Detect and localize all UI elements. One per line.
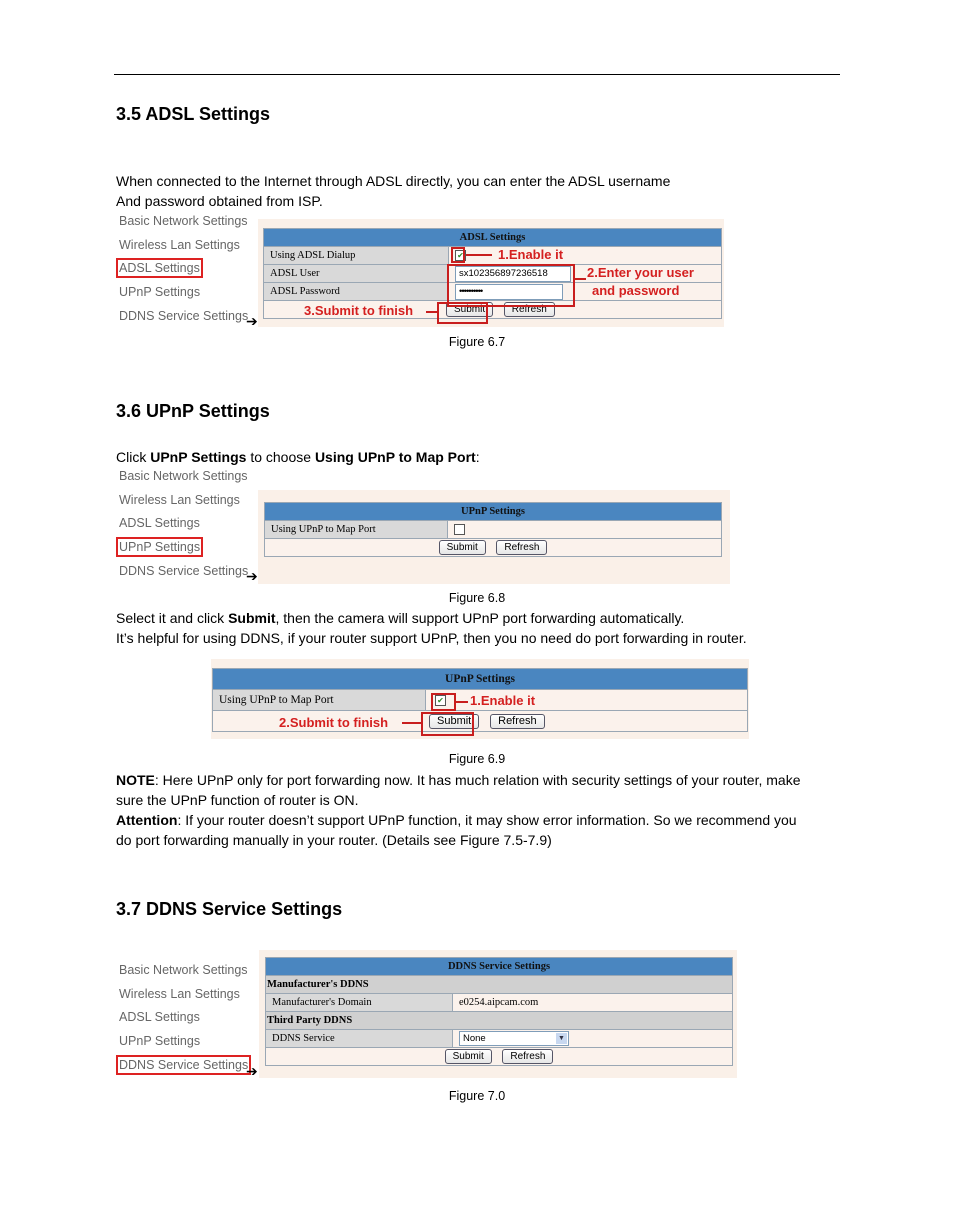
highlight-submit [437,302,488,324]
adsl-user-label: ADSL User [263,264,449,283]
nav-item-basic-network[interactable]: Basic Network Settings [119,469,248,483]
highlight-checkbox [451,247,465,263]
adsl-intro-line2: And password obtained from ISP. [116,193,323,209]
upnp-submit-button[interactable]: Submit [438,540,486,555]
adsl-password-label: ADSL Password [263,282,449,301]
attention-line2: do port forwarding manually in your rout… [116,832,552,848]
ddns-group-manufacturer: Manufacturer's DDNS [265,975,733,994]
nav-item-adsl[interactable]: ADSL Settings [116,258,203,278]
manufacturer-domain-label: Manufacturer's Domain [265,993,453,1012]
text: : Here UPnP only for port forwarding now… [154,772,801,788]
figure-caption-6-8: Figure 6.8 [448,591,506,605]
nav-item-basic-network[interactable]: Basic Network Settings [119,963,248,977]
upnp-table-title: UPnP Settings [264,502,722,521]
header-rule [114,74,840,75]
annotation-line [402,722,422,724]
chevron-down-icon[interactable]: ▼ [556,1033,567,1044]
nav-item-adsl[interactable]: ADSL Settings [119,516,200,530]
text: , then the camera will support UPnP port… [275,610,685,626]
upnp-map-port-label: Using UPnP to Map Port [264,520,448,539]
nav-item-basic-network[interactable]: Basic Network Settings [119,214,248,228]
adsl-dialup-label: Using ADSL Dialup [263,246,449,265]
upnp-map-port-checkbox[interactable] [454,524,465,536]
upnp2-map-port-label: Using UPnP to Map Port [212,689,426,711]
upnp-settings-table: UPnP Settings Using UPnP to Map Port Sub… [264,502,722,557]
text: : [475,449,480,465]
annotation-line [455,701,468,703]
ddns-settings-table: DDNS Service Settings Manufacturer's DDN… [265,957,733,1066]
annotation-and-password: and password [592,283,680,298]
ddns-service-label: DDNS Service [265,1029,453,1048]
nav-item-upnp[interactable]: UPnP Settings [116,537,204,557]
annotation-enable: 1.Enable it [470,693,536,708]
adsl-intro-line1: When connected to the Internet through A… [116,173,671,189]
nav-item-ddns[interactable]: DDNS Service Settings [116,1055,252,1075]
adsl-table-title: ADSL Settings [263,228,722,247]
nav-item-upnp[interactable]: UPnP Settings [119,1034,200,1048]
text: to choose [246,449,315,465]
text-bold: UPnP Settings [150,449,247,465]
highlight-submit [421,712,474,736]
ddns-table-title: DDNS Service Settings [265,957,733,976]
annotation-enter-user: 2.Enter your user [587,265,694,280]
nav-item-wireless-lan[interactable]: Wireless Lan Settings [119,238,240,252]
upnp-refresh-button[interactable]: Refresh [496,540,548,555]
section-heading-upnp: 3.6 UPnP Settings [116,401,270,421]
ddns-group-third-party: Third Party DDNS [265,1011,733,1030]
nav-item-ddns[interactable]: DDNS Service Settings [119,309,248,323]
upnp-notes: NOTE: Here UPnP only for port forwarding… [116,770,840,850]
annotation-submit: 2.Submit to finish [279,715,389,730]
attention-label: Attention [116,812,178,828]
section-heading-ddns: 3.7 DDNS Service Settings [116,899,343,919]
figure-caption-6-9: Figure 6.9 [448,752,506,766]
nav-item-wireless-lan[interactable]: Wireless Lan Settings [119,493,240,507]
text-bold: Submit [228,610,276,626]
arrow-icon: ➔ [246,568,258,584]
upnp-para2: It’s helpful for using DDNS, if your rou… [116,630,747,646]
annotation-submit: 3.Submit to finish [304,303,414,318]
note-line2: sure the UPnP function of router is ON. [116,792,359,808]
highlight-credentials [447,264,575,307]
adsl-intro: When connected to the Internet through A… [116,171,846,211]
figure-caption-7-0: Figure 7.0 [448,1089,506,1103]
nav-item-upnp[interactable]: UPnP Settings [119,285,200,299]
text: : If your router doesn’t support UPnP fu… [177,812,797,828]
annotation-line [574,278,586,280]
text: Click [116,449,151,465]
note-line: NOTE: Here UPnP only for port forwarding… [116,770,840,790]
highlight-checkbox [431,693,456,711]
figure-caption-6-7: Figure 6.7 [448,335,506,349]
arrow-icon: ➔ [246,1063,258,1079]
upnp-explanation: Select it and click Submit, then the cam… [116,608,846,648]
arrow-icon: ➔ [246,313,258,329]
upnp-intro: Click UPnP Settings to choose Using UPnP… [116,447,846,467]
ddns-service-selected: None [463,1033,486,1044]
upnp-para1: Select it and click Submit, then the cam… [116,608,846,628]
annotation-line [466,254,492,256]
ddns-refresh-button[interactable]: Refresh [502,1049,554,1064]
text-bold: Using UPnP to Map Port [314,449,476,465]
manufacturer-domain-value: e0254.aipcam.com [452,993,733,1012]
annotation-enable: 1.Enable it [498,247,564,262]
nav-item-adsl[interactable]: ADSL Settings [119,1010,200,1024]
nav-item-ddns[interactable]: DDNS Service Settings [119,564,248,578]
ddns-service-select[interactable]: None ▼ [459,1031,569,1046]
upnp2-refresh-button[interactable]: Refresh [490,713,545,729]
note-label: NOTE [116,772,155,788]
upnp2-table-title: UPnP Settings [212,668,748,690]
section-heading-adsl: 3.5 ADSL Settings [116,104,271,124]
nav-item-wireless-lan[interactable]: Wireless Lan Settings [119,987,240,1001]
ddns-submit-button[interactable]: Submit [444,1049,492,1064]
text: Select it and click [116,610,229,626]
attention-line: Attention: If your router doesn’t suppor… [116,810,840,830]
